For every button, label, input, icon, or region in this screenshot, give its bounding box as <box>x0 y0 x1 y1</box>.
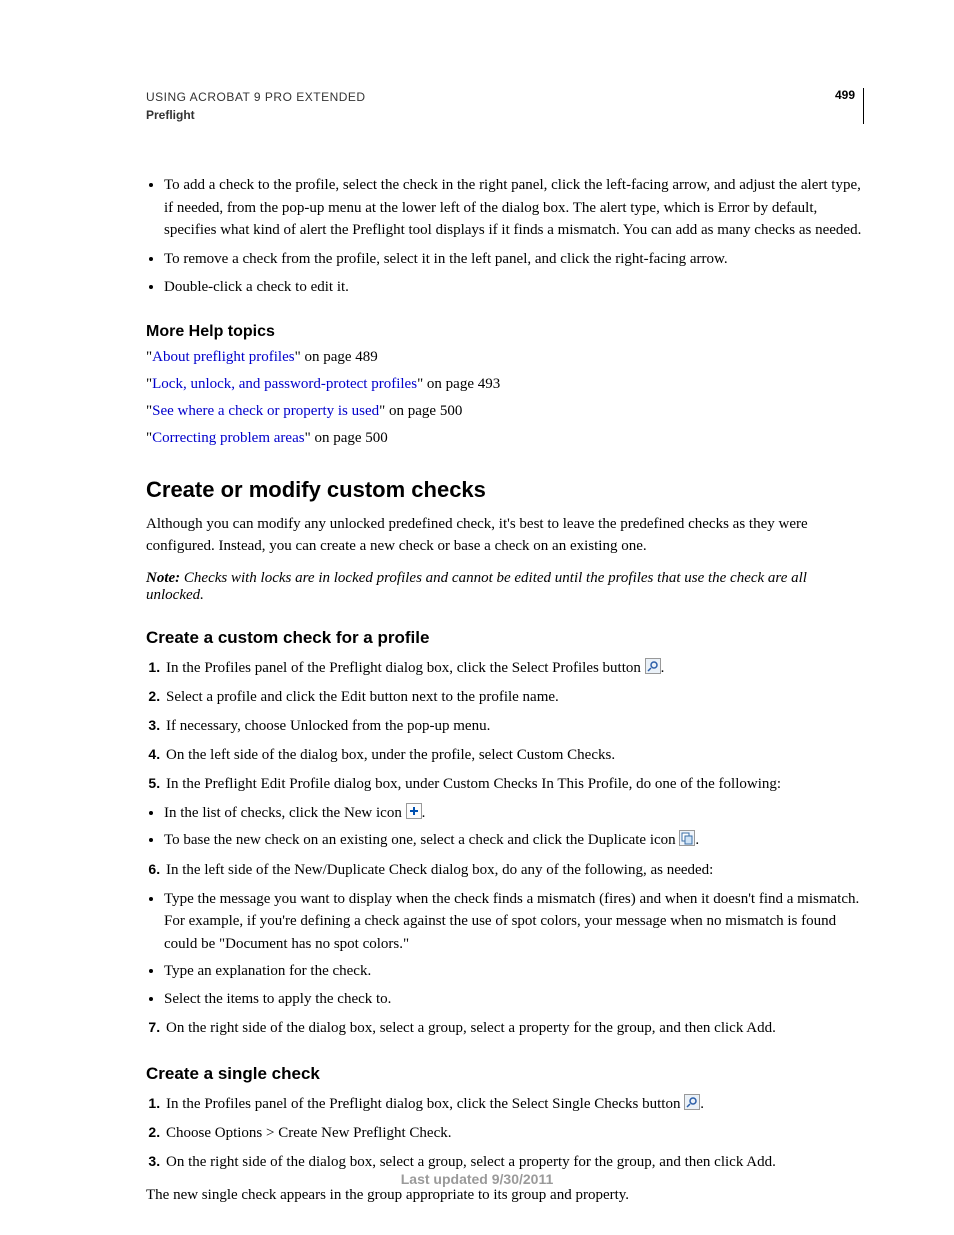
note-body: Checks with locks are in locked profiles… <box>146 570 807 603</box>
duplicate-icon <box>679 830 695 846</box>
page-number: 499 <box>835 88 855 102</box>
sub-bullets-b: Type the message you want to display whe… <box>146 888 864 1011</box>
help-topic: "About preflight profiles" on page 489 <box>146 349 864 366</box>
procedure-heading-1: Create a custom check for a profile <box>146 628 864 648</box>
list-item: To add a check to the profile, select th… <box>164 174 864 242</box>
step: In the Preflight Edit Profile dialog box… <box>164 772 864 796</box>
sub-bullets-a: In the list of checks, click the New ico… <box>146 802 864 852</box>
intro-bullet-list: To add a check to the profile, select th… <box>146 174 864 299</box>
more-help-list: "About preflight profiles" on page 489 "… <box>146 349 864 447</box>
step: Choose Options > Create New Preflight Ch… <box>164 1121 864 1145</box>
step: Select a profile and click the Edit butt… <box>164 685 864 709</box>
step: In the Profiles panel of the Preflight d… <box>164 656 864 680</box>
select-single-checks-icon <box>684 1094 700 1110</box>
procedure-1-steps-cont: In the left side of the New/Duplicate Ch… <box>146 858 864 882</box>
list-item: Type an explanation for the check. <box>164 960 864 983</box>
section-note: Note: Checks with locks are in locked pr… <box>146 570 864 604</box>
list-item: To base the new check on an existing one… <box>164 829 864 852</box>
procedure-1-steps: In the Profiles panel of the Preflight d… <box>146 656 864 796</box>
list-item: To remove a check from the profile, sele… <box>164 248 864 271</box>
procedure-1-steps-end: On the right side of the dialog box, sel… <box>146 1016 864 1040</box>
step: On the left side of the dialog box, unde… <box>164 743 864 767</box>
list-item: In the list of checks, click the New ico… <box>164 802 864 825</box>
step: On the right side of the dialog box, sel… <box>164 1016 864 1040</box>
more-help-heading: More Help topics <box>146 323 864 341</box>
help-topic: "Correcting problem areas" on page 500 <box>146 430 864 447</box>
procedure-2-steps: In the Profiles panel of the Preflight d… <box>146 1092 864 1174</box>
help-topic: "See where a check or property is used" … <box>146 403 864 420</box>
link-see-check[interactable]: See where a check or property is used <box>152 403 379 419</box>
list-item: Double-click a check to edit it. <box>164 276 864 299</box>
header-line-1: USING ACROBAT 9 PRO EXTENDED <box>146 88 366 106</box>
link-correcting[interactable]: Correcting problem areas <box>152 430 304 446</box>
running-header: USING ACROBAT 9 PRO EXTENDED Preflight 4… <box>146 88 864 124</box>
note-label: Note: <box>146 570 180 586</box>
list-item: Select the items to apply the check to. <box>164 988 864 1011</box>
section-heading: Create or modify custom checks <box>146 477 864 503</box>
page: USING ACROBAT 9 PRO EXTENDED Preflight 4… <box>0 0 954 1235</box>
list-item: Type the message you want to display whe… <box>164 888 864 956</box>
footer-updated: Last updated 9/30/2011 <box>0 1171 954 1187</box>
link-lock-profiles[interactable]: Lock, unlock, and password-protect profi… <box>152 376 417 392</box>
new-icon <box>406 803 422 819</box>
section-body: Although you can modify any unlocked pre… <box>146 513 864 558</box>
step: In the Profiles panel of the Preflight d… <box>164 1092 864 1116</box>
procedure-heading-2: Create a single check <box>146 1064 864 1084</box>
header-line-2: Preflight <box>146 106 366 124</box>
help-topic: "Lock, unlock, and password-protect prof… <box>146 376 864 393</box>
link-about-profiles[interactable]: About preflight profiles <box>152 349 294 365</box>
step: If necessary, choose Unlocked from the p… <box>164 714 864 738</box>
procedure-2-after: The new single check appears in the grou… <box>146 1184 864 1207</box>
select-profiles-icon <box>645 658 661 674</box>
step: In the left side of the New/Duplicate Ch… <box>164 858 864 882</box>
header-title: USING ACROBAT 9 PRO EXTENDED Preflight <box>146 88 366 124</box>
